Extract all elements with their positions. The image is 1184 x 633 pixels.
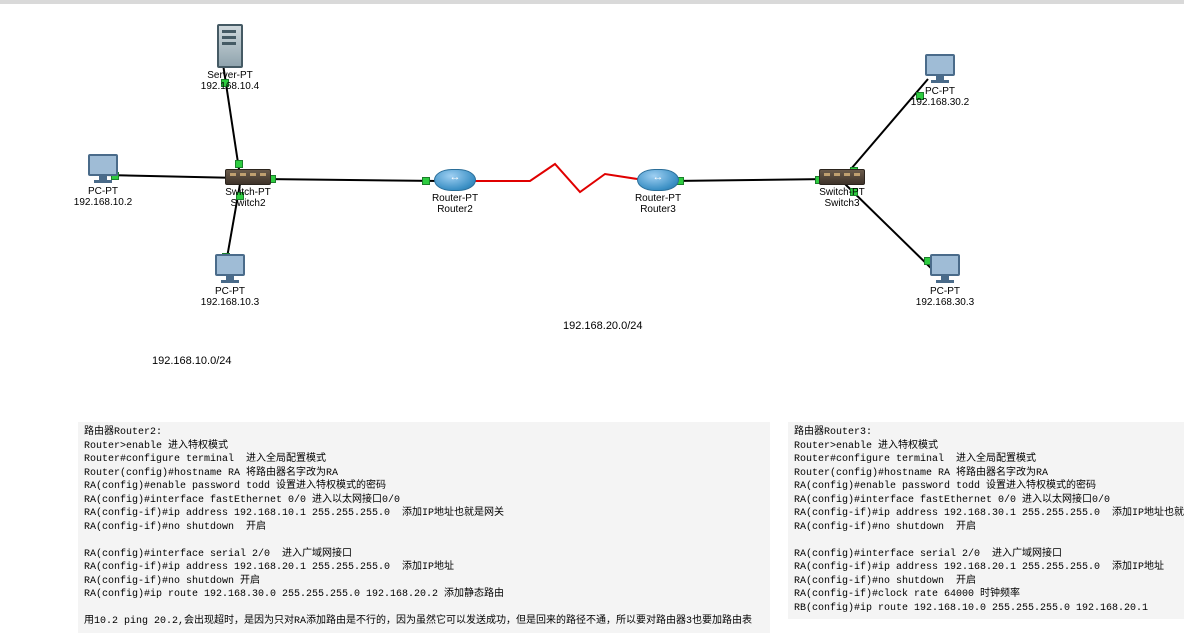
subnet-label-mid: 192.168.20.0/24 [563,320,643,332]
device-sublabel: Switch3 [812,198,872,209]
device-ip: 192.168.10.4 [200,81,260,92]
switch-icon [819,169,865,185]
device-sublabel: Switch2 [218,198,278,209]
device-label: PC-PT [905,86,975,97]
link-led [235,160,243,168]
device-switch3[interactable]: Switch-PT Switch3 [812,169,872,209]
device-ip: 192.168.30.3 [910,297,980,308]
pc-icon [924,54,956,84]
router-icon [637,169,679,191]
config-body: Router>enable 进入特权模式 Router#configure te… [794,441,1184,614]
device-sublabel: Router2 [425,204,485,215]
device-sublabel: Router3 [628,204,688,215]
device-ip: 192.168.10.2 [68,197,138,208]
pc-icon [929,254,961,284]
switch-icon [225,169,271,185]
router-icon [434,169,476,191]
server-icon [217,24,243,68]
pc-icon [87,154,119,184]
device-pc-30-2[interactable]: PC-PT 192.168.30.2 [905,54,975,108]
device-ip: 192.168.10.3 [195,297,265,308]
device-ip: 192.168.30.2 [905,97,975,108]
device-label: PC-PT [68,186,138,197]
device-label: Router-PT [425,193,485,204]
device-pc-30-3[interactable]: PC-PT 192.168.30.3 [910,254,980,308]
config-title: 路由器Router2: [84,427,162,438]
device-server[interactable]: Server-PT 192.168.10.4 [200,24,260,92]
pc-icon [214,254,246,284]
config-body: Router>enable 进入特权模式 Router#configure te… [84,441,752,628]
device-label: Switch-PT [812,187,872,198]
device-label: Switch-PT [218,187,278,198]
device-pc-10-3[interactable]: PC-PT 192.168.10.3 [195,254,265,308]
device-pc-10-2[interactable]: PC-PT 192.168.10.2 [68,154,138,208]
device-router2[interactable]: Router-PT Router2 [425,169,485,215]
device-label: PC-PT [195,286,265,297]
config-router2: 路由器Router2: Router>enable 进入特权模式 Router#… [78,422,770,633]
device-router3[interactable]: Router-PT Router3 [628,169,688,215]
subnet-label-left: 192.168.10.0/24 [152,355,232,367]
config-router3: 路由器Router3: Router>enable 进入特权模式 Router#… [788,422,1184,619]
device-switch2[interactable]: Switch-PT Switch2 [218,169,278,209]
device-label: PC-PT [910,286,980,297]
device-label: Router-PT [628,193,688,204]
topology-canvas[interactable]: Server-PT 192.168.10.4 PC-PT 192.168.10.… [0,4,1184,598]
device-label: Server-PT [200,70,260,81]
config-title: 路由器Router3: [794,427,872,438]
